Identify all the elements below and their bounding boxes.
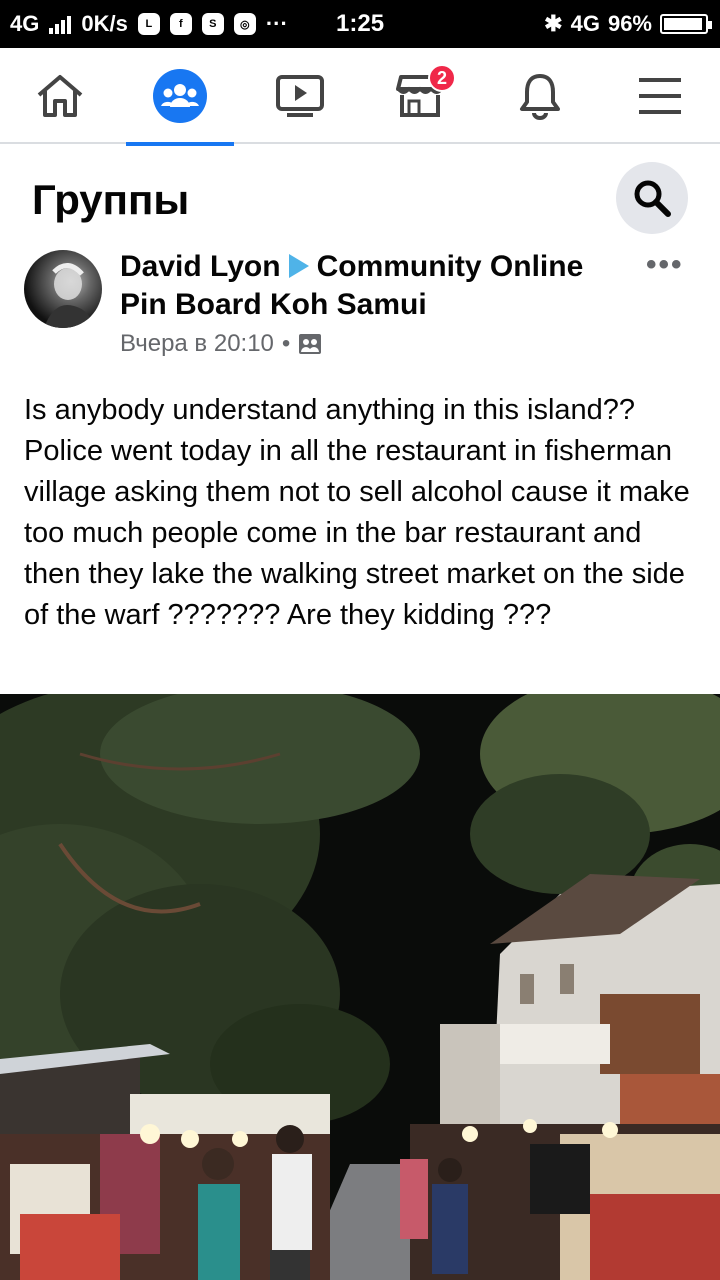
tab-groups[interactable]: [120, 48, 240, 146]
battery-percent: 96%: [607, 11, 652, 36]
post-time[interactable]: Вчера в 20:10: [120, 330, 274, 358]
more-notifications: ···: [265, 11, 288, 36]
tab-marketplace[interactable]: 2: [360, 48, 480, 144]
tab-menu[interactable]: [600, 48, 720, 144]
home-icon: [37, 75, 83, 117]
search-button[interactable]: [616, 162, 688, 234]
signal-icon: [49, 14, 72, 34]
meta-separator: •: [281, 330, 291, 357]
battery-icon: [660, 14, 712, 34]
tab-notifications[interactable]: [480, 48, 600, 144]
author-name[interactable]: David Lyon: [120, 250, 281, 283]
post-author-line: David Lyon Community Online Pin Board Koh…: [120, 248, 620, 324]
post-text: Is anybody understand anything in this i…: [24, 394, 690, 631]
hamburger-icon: [639, 78, 681, 114]
groups-icon: [153, 69, 207, 123]
top-nav: 2: [0, 48, 720, 146]
notification-badge: 2: [428, 64, 456, 92]
arrow-right-icon: [288, 254, 309, 278]
network-type: 4G: [10, 11, 40, 36]
tab-home[interactable]: [0, 48, 120, 144]
post-photo[interactable]: [0, 694, 720, 1280]
network-type-right: 4G: [570, 11, 600, 36]
video-icon: [276, 75, 324, 117]
page-title: Группы: [32, 176, 190, 223]
facebook-icon: f: [169, 13, 192, 35]
skype-icon: S: [201, 13, 224, 35]
avatar[interactable]: [24, 250, 102, 328]
data-speed: 0K/s: [81, 11, 128, 36]
group-members-icon: [299, 334, 322, 354]
bell-icon: [520, 74, 560, 120]
status-bar: 4G 0K/s L f S ◎ ··· 1:25 ✱ 4G 96%: [0, 0, 720, 48]
post-more-button[interactable]: •••: [646, 248, 684, 282]
instagram-icon: ◎: [233, 13, 256, 35]
bluetooth-icon: ✱: [544, 11, 563, 36]
tab-watch[interactable]: [240, 48, 360, 144]
line-icon: L: [137, 13, 160, 35]
search-icon: [634, 180, 671, 217]
avatar-photo: [44, 263, 94, 328]
clock: 1:25: [336, 10, 385, 37]
post-meta: Вчера в 20:10 •: [120, 330, 322, 358]
